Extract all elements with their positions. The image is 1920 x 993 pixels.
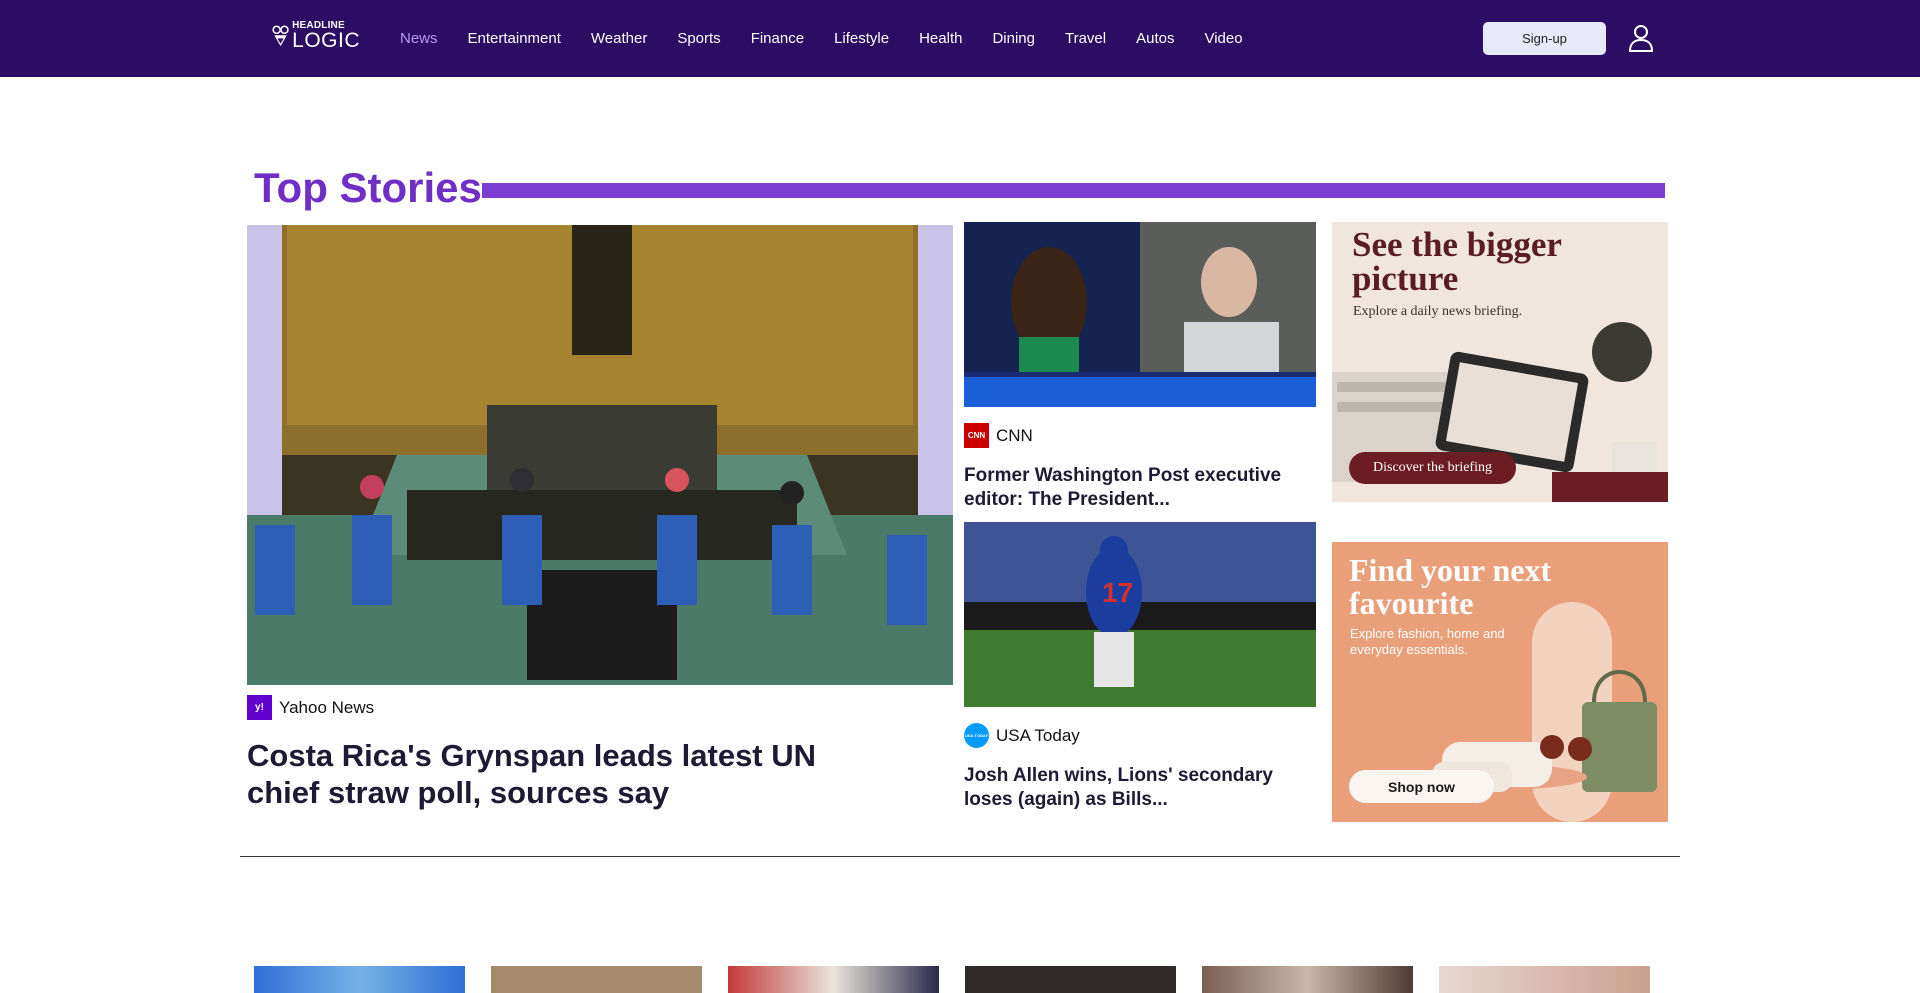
nav-travel[interactable]: Travel [1065,30,1106,47]
side-story-1-image[interactable] [964,222,1316,407]
nav-weather[interactable]: Weather [591,30,647,47]
signup-button[interactable]: Sign-up [1483,22,1606,55]
nav-lifestyle[interactable]: Lifestyle [834,30,889,47]
ad-1-subtitle: Explore a daily news briefing. [1353,304,1523,319]
yahoo-logo-icon: y! [247,695,272,720]
nav-video[interactable]: Video [1204,30,1242,47]
section-title: Top Stories [254,164,482,211]
svg-text:17: 17 [1102,577,1133,608]
side-story-1-headline[interactable]: Former Washington Post executive editor:… [964,464,1304,512]
cnn-logo-icon: CNN [964,423,989,448]
owl-logo-icon [272,25,289,47]
main-story-image[interactable] [247,225,953,685]
nav-news[interactable]: News [400,30,438,47]
main-story-source-name: Yahoo News [279,697,375,717]
ad-1-cta-button[interactable]: Discover the briefing [1349,452,1516,484]
site-logo[interactable]: HEADLINE LOGIC [272,20,360,52]
thumbnail-4[interactable] [965,966,1176,993]
top-navigation-bar: HEADLINE LOGIC News Entertainment Weathe… [0,0,1920,77]
thumbnail-2[interactable] [491,966,702,993]
side-story-2-image[interactable]: 17 [964,522,1316,707]
thumbnail-6[interactable] [1439,966,1650,993]
main-story-headline[interactable]: Costa Rica's Grynspan leads latest UN ch… [247,737,887,811]
main-nav: News Entertainment Weather Sports Financ… [400,0,1273,77]
user-icon[interactable] [1628,24,1654,52]
ad-1-title: See the bigger picture [1352,225,1562,298]
ad-1[interactable]: See the bigger picture Explore a daily n… [1332,222,1668,502]
thumbnail-3[interactable] [728,966,939,993]
thumbnail-1[interactable] [254,966,465,993]
thumbnail-5[interactable] [1202,966,1413,993]
nav-entertainment[interactable]: Entertainment [468,30,561,47]
side-story-1-source-name: CNN [996,425,1033,445]
ad-2-cta-button[interactable]: Shop now [1349,770,1494,803]
logo-line-2: LOGIC [292,29,360,52]
ad-2[interactable]: Find your next favourite Explore fashion… [1332,542,1668,822]
side-story-2-headline[interactable]: Josh Allen wins, Lions' secondary loses … [964,764,1304,812]
nav-sports[interactable]: Sports [677,30,720,47]
nav-autos[interactable]: Autos [1136,30,1174,47]
nav-dining[interactable]: Dining [992,30,1035,47]
nav-health[interactable]: Health [919,30,962,47]
side-story-2-source[interactable]: USA TODAY USA Today [964,723,1080,748]
usa-today-logo-icon: USA TODAY [964,723,989,748]
section-divider [240,856,1680,857]
nav-finance[interactable]: Finance [751,30,804,47]
side-story-2-source-name: USA Today [996,725,1080,745]
side-story-1-source[interactable]: CNN CNN [964,423,1033,448]
section-title-bar [482,183,1665,198]
main-story-source[interactable]: y! Yahoo News [247,695,374,720]
